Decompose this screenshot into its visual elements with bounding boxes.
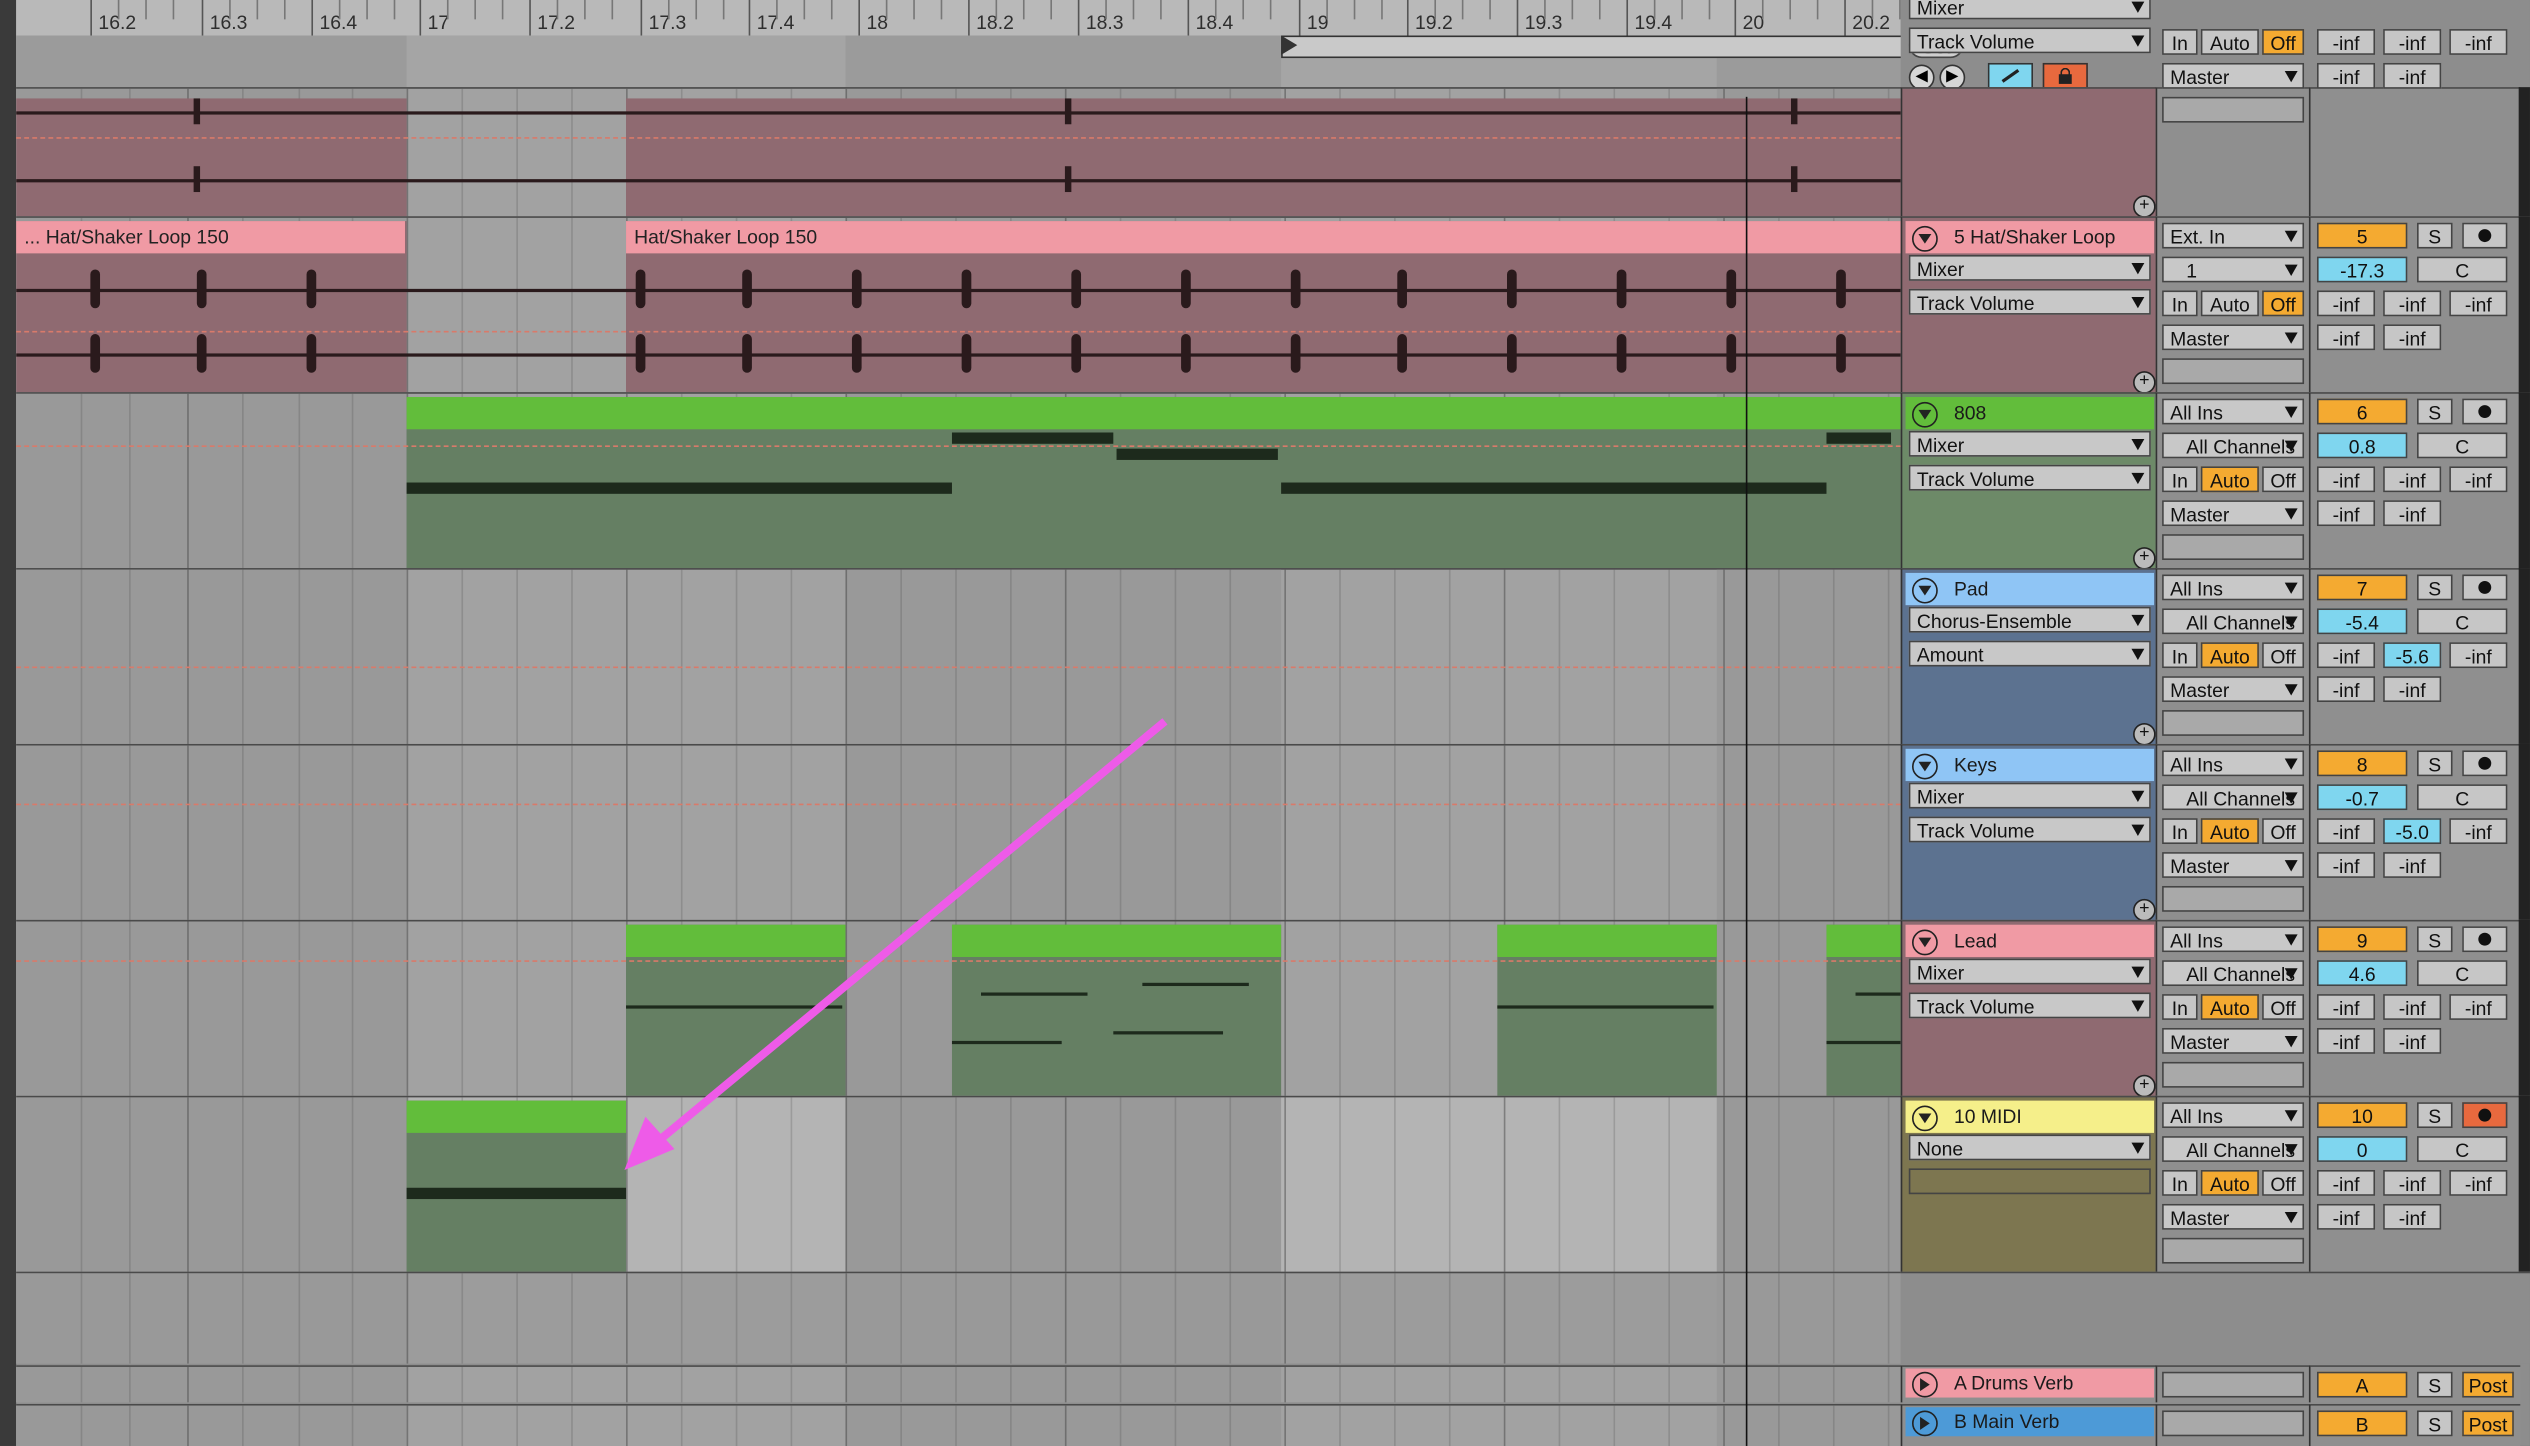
- arrow-shaft: [646, 718, 1168, 1153]
- annotation-arrow: [624, 718, 1168, 1171]
- arrow-head: [624, 1116, 675, 1171]
- arrangement-view: 16.2 16.3 16.4 17 17.2 17.3 17.4 18 18.2 18.3 18.4…: [0, 0, 2530, 1446]
